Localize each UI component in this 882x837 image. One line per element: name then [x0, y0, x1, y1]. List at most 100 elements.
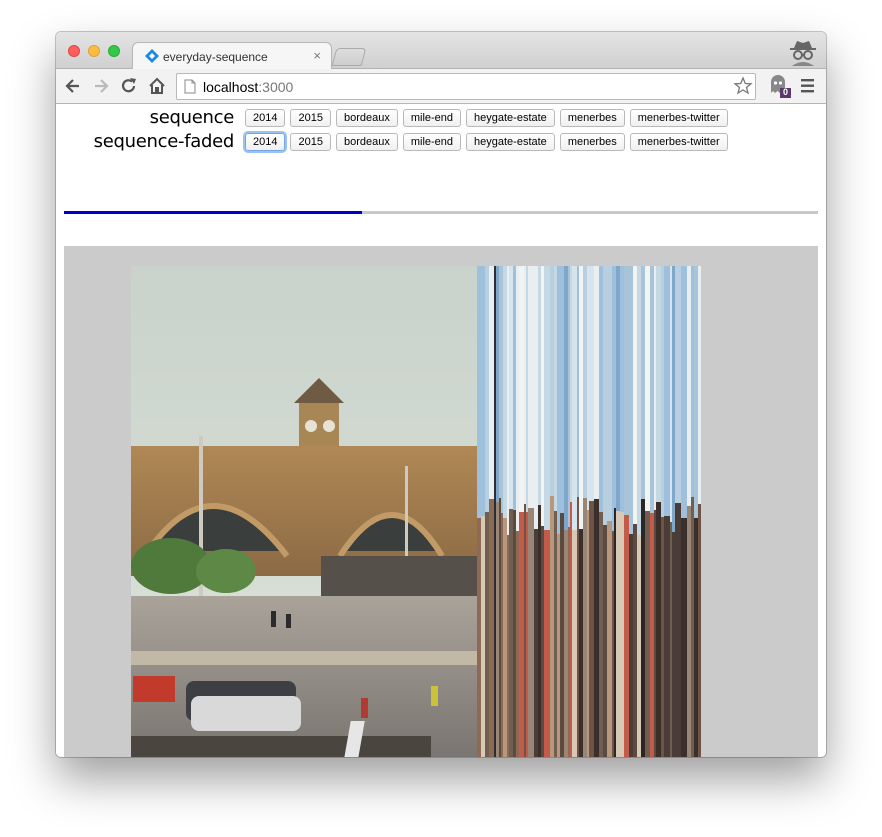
- sky-strip: [499, 266, 501, 498]
- forward-arrow-icon[interactable]: [91, 76, 111, 96]
- city-strip: [489, 499, 494, 757]
- new-tab-button[interactable]: [331, 48, 367, 66]
- city-strip: [612, 531, 614, 757]
- city-strip: [656, 502, 661, 757]
- sequence-faded-menerbes-button[interactable]: menerbes: [559, 133, 625, 151]
- sky-strip: [612, 266, 614, 531]
- sequence-button-group: 2014 2015 bordeaux mile-end heygate-esta…: [245, 109, 728, 127]
- city-strip: [687, 506, 691, 757]
- sequence-2014-button[interactable]: 2014: [245, 109, 286, 127]
- city-strip: [538, 505, 541, 757]
- city-strip: [664, 516, 670, 757]
- sequence-faded-button-group: 2014 2015 bordeaux mile-end heygate-esta…: [245, 133, 728, 151]
- sky-strip: [572, 266, 577, 530]
- sky-strip: [568, 266, 570, 527]
- city-strip: [516, 531, 519, 757]
- sky-strip: [557, 266, 560, 534]
- row-label-sequence: sequence: [149, 107, 235, 128]
- tab-close-icon[interactable]: ×: [313, 48, 321, 63]
- city-strip: [550, 496, 554, 757]
- url-port: :3000: [258, 79, 294, 95]
- incognito-icon: [786, 38, 820, 66]
- sequence-faded-menerbes-twitter-button[interactable]: menerbes-twitter: [629, 133, 728, 151]
- city-strip: [477, 518, 481, 757]
- city-strip: [681, 518, 687, 757]
- city-strip: [481, 516, 485, 757]
- star-icon[interactable]: [733, 76, 753, 96]
- sky-strip: [538, 266, 541, 505]
- window-minimize-button[interactable]: [88, 45, 100, 57]
- city-strip: [691, 497, 694, 757]
- sky-strip: [485, 266, 489, 512]
- back-arrow-icon[interactable]: [63, 76, 83, 96]
- city-strip: [641, 499, 645, 757]
- city-strip: [544, 530, 550, 757]
- city-strip: [519, 512, 524, 757]
- window-maximize-button[interactable]: [108, 45, 120, 57]
- sky-strip: [599, 266, 603, 512]
- favicon-icon: [145, 49, 159, 63]
- city-strip: [501, 513, 503, 757]
- sky-strip: [654, 266, 656, 510]
- city-strip: [614, 508, 616, 757]
- sky-strip: [544, 266, 550, 530]
- sky-strip: [641, 266, 645, 499]
- address-bar[interactable]: localhost:3000: [176, 73, 756, 100]
- strip-divider: [494, 266, 496, 757]
- city-strip: [557, 534, 560, 757]
- city-strip: [661, 517, 664, 757]
- sky-strip: [614, 266, 616, 508]
- sky-strip: [579, 266, 583, 529]
- sky-strip: [675, 266, 681, 503]
- sequence-faded-2014-button[interactable]: 2014: [245, 133, 286, 151]
- row-label-sequence-faded: sequence-faded: [93, 131, 235, 152]
- sequence-mile-end-button[interactable]: mile-end: [402, 109, 462, 127]
- sky-strip: [698, 266, 701, 504]
- city-strip: [568, 527, 570, 757]
- sequence-menerbes-twitter-button[interactable]: menerbes-twitter: [629, 109, 728, 127]
- sky-strip: [534, 266, 538, 529]
- tab-everyday-sequence[interactable]: everyday-sequence ×: [132, 42, 332, 70]
- home-icon[interactable]: [147, 76, 167, 96]
- sequence-faded-heygate-estate-button[interactable]: heygate-estate: [466, 133, 555, 151]
- sky-strip: [681, 266, 687, 518]
- sky-strip: [513, 266, 516, 510]
- city-strip: [577, 497, 579, 757]
- sequence-faded-bordeaux-button[interactable]: bordeaux: [335, 133, 398, 151]
- ghost-extension-icon[interactable]: 0: [767, 73, 793, 99]
- sequence-menerbes-button[interactable]: menerbes: [559, 109, 625, 127]
- sequence-bordeaux-button[interactable]: bordeaux: [335, 109, 398, 127]
- url-text: localhost:3000: [203, 79, 293, 95]
- sequence-2015-button[interactable]: 2015: [290, 109, 331, 127]
- sky-strip: [589, 266, 594, 501]
- city-strip: [560, 513, 564, 757]
- sky-strip: [564, 266, 568, 530]
- image-viewer: [64, 246, 818, 757]
- sky-strip: [664, 266, 670, 516]
- sequence-heygate-estate-button[interactable]: heygate-estate: [466, 109, 555, 127]
- city-strip: [507, 535, 509, 757]
- sequence-image: [131, 266, 701, 757]
- sky-strip: [526, 266, 528, 512]
- sky-strip: [594, 266, 599, 499]
- city-strip: [534, 529, 538, 757]
- tab-strip: everyday-sequence ×: [56, 32, 826, 70]
- sky-strip: [603, 266, 607, 525]
- sequence-faded-mile-end-button[interactable]: mile-end: [402, 133, 462, 151]
- sequence-faded-row: sequence-faded 2014 2015 bordeaux mile-e…: [56, 131, 826, 153]
- browser-toolbar: localhost:3000 0: [56, 69, 826, 104]
- menu-icon[interactable]: [800, 77, 816, 95]
- sky-strip: [694, 266, 698, 518]
- sky-strip: [489, 266, 494, 499]
- city-strip: [579, 529, 583, 757]
- sequence-faded-2015-button[interactable]: 2015: [290, 133, 331, 151]
- reload-icon[interactable]: [119, 76, 139, 96]
- sky-strip: [528, 266, 534, 508]
- sky-strip: [516, 266, 519, 531]
- window-close-button[interactable]: [68, 45, 80, 57]
- city-strip: [526, 512, 528, 757]
- sky-strip: [661, 266, 664, 517]
- sky-strip: [629, 266, 633, 534]
- city-strip: [528, 508, 534, 757]
- sky-strip: [570, 266, 572, 502]
